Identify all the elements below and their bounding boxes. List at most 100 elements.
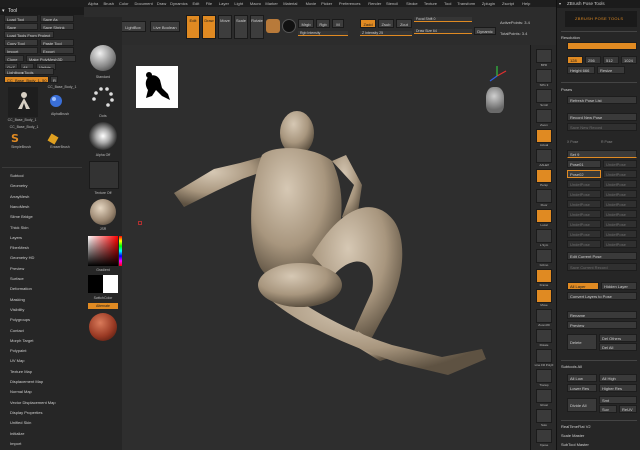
- subpalette-contact[interactable]: Contact: [10, 328, 24, 333]
- higher-res-button[interactable]: Higher Res: [599, 384, 637, 392]
- gizmo-icon[interactable]: [536, 249, 552, 263]
- rgb-button[interactable]: Rgb: [316, 19, 330, 28]
- menu-item-layer[interactable]: Layer: [219, 1, 229, 6]
- subpalette-polygroups[interactable]: Polygroups: [10, 317, 30, 322]
- refresh-pose-list-button[interactable]: Refresh Pose List: [567, 96, 637, 104]
- subpalette-geometry[interactable]: Geometry: [10, 183, 28, 188]
- menu-item-document[interactable]: Document: [135, 1, 153, 6]
- save-as-button[interactable]: Save As: [40, 15, 74, 22]
- pose-slot[interactable]: UndefPose: [567, 240, 601, 248]
- dots-stroke-icon[interactable]: [88, 83, 118, 113]
- ghost-icon[interactable]: [536, 389, 552, 403]
- pose-slot[interactable]: UndefPose: [603, 200, 637, 208]
- pose-set-slider[interactable]: Set 9: [567, 150, 637, 158]
- subpalette-preview[interactable]: Preview: [10, 266, 24, 271]
- subpalette-unified-skin[interactable]: Unified Skin: [10, 420, 31, 425]
- pose-slot[interactable]: UndefPose: [603, 160, 637, 168]
- menu-item-help[interactable]: Help: [522, 1, 530, 6]
- menu-item-color[interactable]: Color: [119, 1, 129, 6]
- res-512-button[interactable]: 512: [603, 56, 619, 64]
- subpalette-initialize[interactable]: Initialize: [10, 431, 24, 436]
- pose-slot[interactable]: UndefPose: [603, 170, 637, 178]
- switch-color-label[interactable]: SwitchColor: [86, 296, 120, 300]
- pose-slot[interactable]: Pose01: [567, 160, 601, 168]
- standard-brush-icon[interactable]: [90, 45, 116, 71]
- del-all-button[interactable]: Del All: [599, 343, 637, 351]
- import-button[interactable]: Import: [4, 47, 38, 54]
- zoom3d-icon[interactable]: [536, 309, 552, 323]
- lightbox-tools-button[interactable]: Lightbox▸Tools: [4, 68, 54, 75]
- pose-slot[interactable]: UndefPose: [567, 200, 601, 208]
- aahalf-icon[interactable]: [536, 149, 552, 163]
- menu-item-picker[interactable]: Picker: [321, 1, 332, 6]
- menu-item-dynamics[interactable]: Dynamics: [170, 1, 188, 6]
- pose-slot[interactable]: UndefPose: [603, 240, 637, 248]
- edit-current-pose-button[interactable]: Edit Current Pose: [567, 252, 637, 260]
- smt-button[interactable]: Smt: [599, 396, 637, 404]
- pose-slot[interactable]: UndefPose: [603, 220, 637, 228]
- subpalette-texture-map[interactable]: Texture Map: [10, 369, 32, 374]
- subpalette-vector-displacement-map[interactable]: Vector Displacement Map: [10, 400, 56, 405]
- subpalette-deformation[interactable]: Deformation: [10, 286, 32, 291]
- pose-slot[interactable]: UndefPose: [603, 180, 637, 188]
- lightbox-button[interactable]: LightBox: [120, 21, 146, 32]
- zsub-button[interactable]: Zsub: [378, 19, 394, 28]
- floor-icon[interactable]: [536, 189, 552, 203]
- subpalette-fibermesh[interactable]: FiberMesh: [10, 245, 29, 250]
- scale-button[interactable]: Scale: [234, 15, 248, 39]
- pose-slot[interactable]: UndefPose: [567, 190, 601, 198]
- actual-icon[interactable]: [536, 129, 552, 143]
- menu-item-brush[interactable]: Brush: [104, 1, 114, 6]
- l-sym-icon[interactable]: [536, 229, 552, 243]
- tool-panel-header[interactable]: ▾ Tool: [0, 7, 84, 15]
- save-button[interactable]: Save: [4, 23, 38, 30]
- subtool-master-title[interactable]: SubTool Master: [561, 442, 589, 447]
- convert-layers-button[interactable]: Convert Layers to Pose: [567, 292, 637, 300]
- subpalette-import[interactable]: Import: [10, 441, 21, 446]
- draw-button[interactable]: Draw: [202, 15, 216, 39]
- menu-item-preferences[interactable]: Preferences: [339, 1, 361, 6]
- subpalette-slime-bridge[interactable]: Slime Bridge: [10, 214, 33, 219]
- move-button[interactable]: Move: [218, 15, 232, 39]
- pose-slot[interactable]: Pose02: [567, 170, 601, 178]
- zadd-button[interactable]: Zadd: [360, 19, 376, 28]
- menu-item-movie[interactable]: Movie: [306, 1, 317, 6]
- primary-color-swatch[interactable]: [88, 275, 103, 293]
- record-new-pose-button[interactable]: Record New Pose: [567, 113, 637, 121]
- subpalette-subtool[interactable]: Subtool: [10, 173, 24, 178]
- z-intensity-slider[interactable]: Z Intensity 25: [360, 31, 412, 36]
- menu-item-stroke[interactable]: Stroke: [406, 1, 418, 6]
- pose-slot[interactable]: UndefPose: [603, 190, 637, 198]
- alternate-button[interactable]: Alternate: [88, 303, 118, 309]
- live-boolean-button[interactable]: Live Boolean: [150, 21, 180, 32]
- save-current-record-button[interactable]: Save Current Record: [567, 263, 637, 271]
- menu-item-draw[interactable]: Draw: [157, 1, 166, 6]
- reuv-button[interactable]: ReUV: [619, 405, 637, 413]
- frame-icon[interactable]: [536, 269, 552, 283]
- suv-button[interactable]: Suv: [599, 405, 617, 413]
- local-icon[interactable]: [536, 209, 552, 223]
- color-picker[interactable]: [88, 236, 122, 266]
- menu-item-transform[interactable]: Transform: [457, 1, 475, 6]
- divide-all-button[interactable]: Divide All: [567, 398, 597, 412]
- pose-slot[interactable]: UndefPose: [567, 180, 601, 188]
- color-swatch-icon[interactable]: [282, 19, 296, 33]
- alpha-brush-icon[interactable]: [48, 93, 64, 109]
- mrgb-button[interactable]: Mrgb: [298, 19, 314, 28]
- menu-item-zscript[interactable]: Zscript: [502, 1, 514, 6]
- subpalette-display-properties[interactable]: Display Properties: [10, 410, 42, 415]
- subpalette-nanomesh[interactable]: NanoMesh: [10, 204, 29, 209]
- zoom-icon[interactable]: [536, 109, 552, 123]
- menu-item-edit[interactable]: Edit: [193, 1, 200, 6]
- menu-item-render[interactable]: Render: [368, 1, 381, 6]
- menu-item-stencil[interactable]: Stencil: [386, 1, 398, 6]
- height-slider[interactable]: Height 666: [567, 66, 595, 74]
- secondary-color-swatch[interactable]: [103, 275, 118, 293]
- material-swatch-icon[interactable]: [266, 19, 280, 33]
- paste-tool-button[interactable]: Paste Tool: [40, 39, 74, 46]
- matcap-icon[interactable]: [90, 199, 116, 225]
- rename-button[interactable]: Rename: [567, 311, 637, 319]
- preview-button[interactable]: Preview: [567, 321, 637, 329]
- realtime-plugin-title[interactable]: RealTimeFlat V2: [561, 424, 591, 429]
- menu-item-material[interactable]: Material: [283, 1, 297, 6]
